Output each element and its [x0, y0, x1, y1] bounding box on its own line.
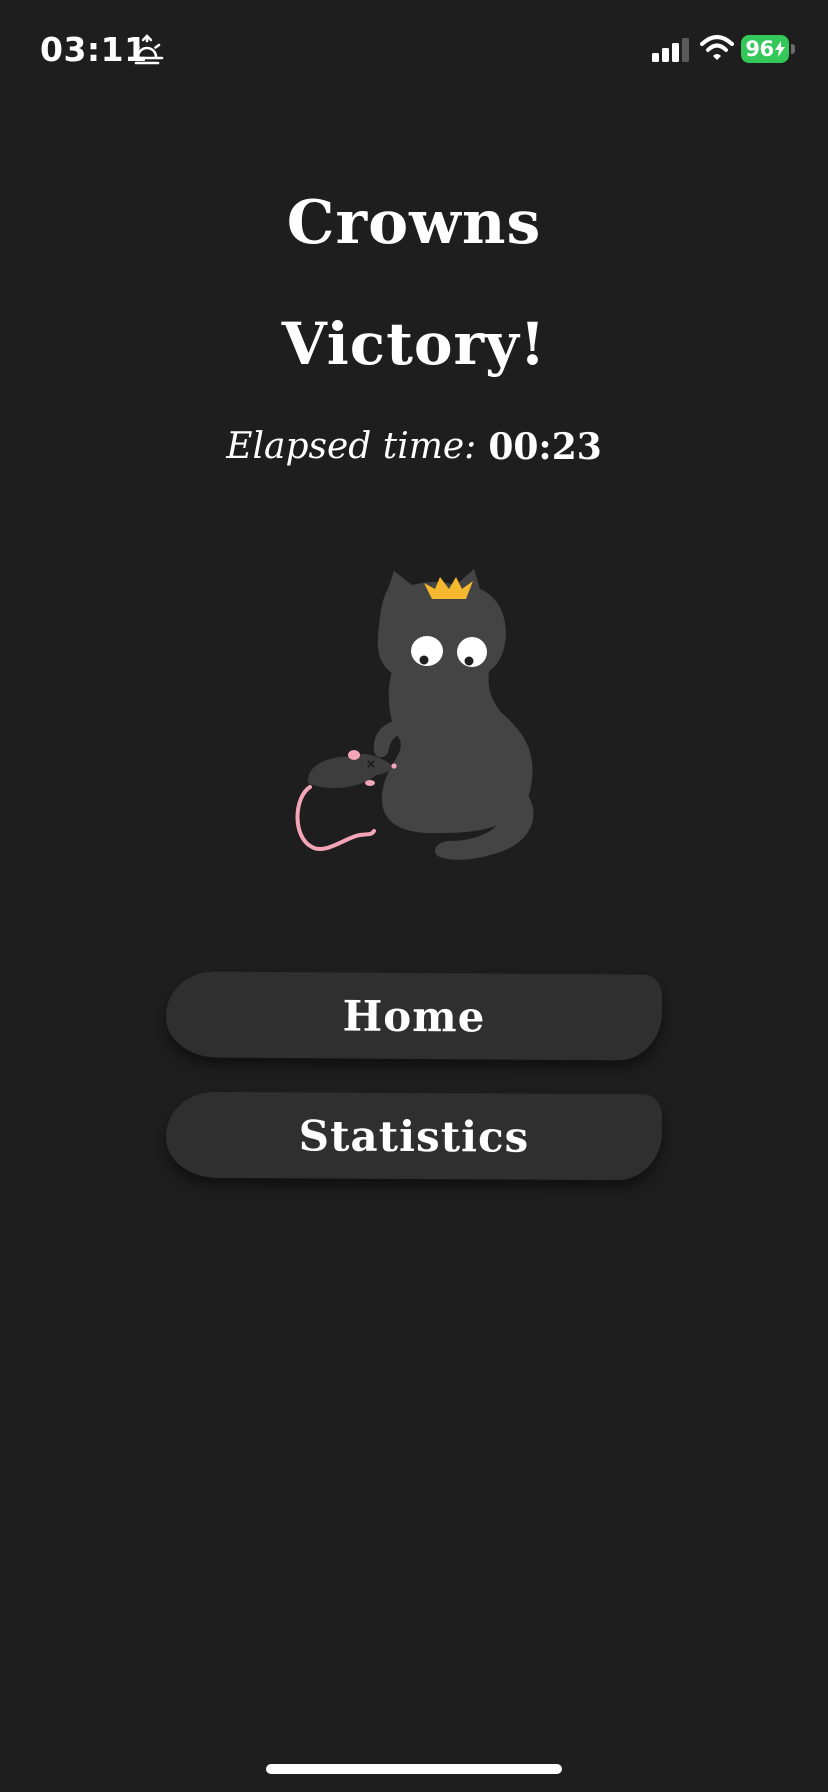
home-button[interactable]: Home: [165, 971, 663, 1061]
mouse-icon: [295, 750, 397, 851]
app-title: Crowns: [286, 188, 542, 258]
elapsed-time: Elapsed time: 00:23: [0, 426, 828, 468]
battery-charging-icon: 96: [741, 35, 789, 63]
wifi-icon: [700, 35, 734, 60]
elapsed-label: Elapsed time:: [226, 426, 477, 467]
sunrise-icon: [130, 34, 164, 65]
statistics-button[interactable]: Statistics: [165, 1091, 663, 1181]
battery-level: 96: [745, 37, 774, 61]
victory-illustration: [295, 569, 534, 860]
signal-icon: [652, 38, 689, 62]
crowned-cat-icon: [373, 569, 534, 860]
home-indicator[interactable]: [266, 1764, 562, 1774]
battery-cap: [791, 44, 795, 54]
result-title: Victory!: [281, 310, 547, 378]
bolt-icon: [774, 41, 785, 57]
status-bar: 03:11 96: [0, 0, 828, 100]
elapsed-value: 00:23: [488, 426, 602, 468]
